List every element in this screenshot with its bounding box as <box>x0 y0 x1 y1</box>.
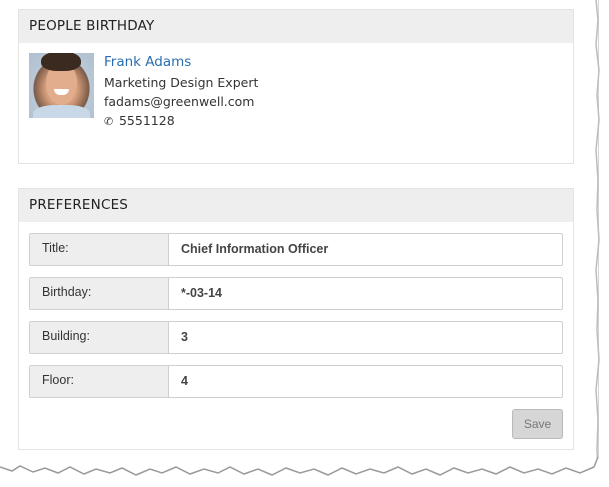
person-phone: ✆ 5551128 <box>104 111 404 130</box>
avatar <box>29 53 94 118</box>
person-job-title: Marketing Design Expert <box>104 75 259 90</box>
field-label-floor: Floor: <box>30 366 169 397</box>
field-label-title: Title: <box>30 234 169 265</box>
torn-paper-edge <box>0 455 609 487</box>
people-birthday-panel: PEOPLE BIRTHDAY Frank Adams Marketing De… <box>18 9 574 164</box>
panel-heading-preferences: PREFERENCES <box>19 189 573 222</box>
field-label-birthday: Birthday: <box>30 278 169 309</box>
preference-row-building: Building: 3 <box>29 321 563 354</box>
preference-row-title: Title: Chief Information Officer <box>29 233 563 266</box>
person-name-link[interactable]: Frank Adams <box>104 53 404 73</box>
field-label-building: Building: <box>30 322 169 353</box>
person-info: Frank Adams Marketing Design Expert fada… <box>104 53 404 130</box>
preferences-panel: PREFERENCES Title: Chief Information Off… <box>18 188 574 450</box>
field-value-birthday: *-03-14 <box>181 286 222 300</box>
person-email: fadams@greenwell.com <box>104 94 255 109</box>
field-value-floor: 4 <box>181 374 188 388</box>
save-button[interactable]: Save <box>512 409 563 439</box>
person-phone-number: 5551128 <box>118 113 175 128</box>
field-value-title: Chief Information Officer <box>181 242 329 256</box>
preference-row-birthday: Birthday: *-03-14 <box>29 277 563 310</box>
paper-right-edge <box>595 0 600 470</box>
field-value-building: 3 <box>181 330 188 344</box>
preference-row-floor: Floor: 4 <box>29 365 563 398</box>
panel-heading-people-birthday: PEOPLE BIRTHDAY <box>19 10 573 43</box>
phone-icon: ✆ <box>104 115 114 128</box>
